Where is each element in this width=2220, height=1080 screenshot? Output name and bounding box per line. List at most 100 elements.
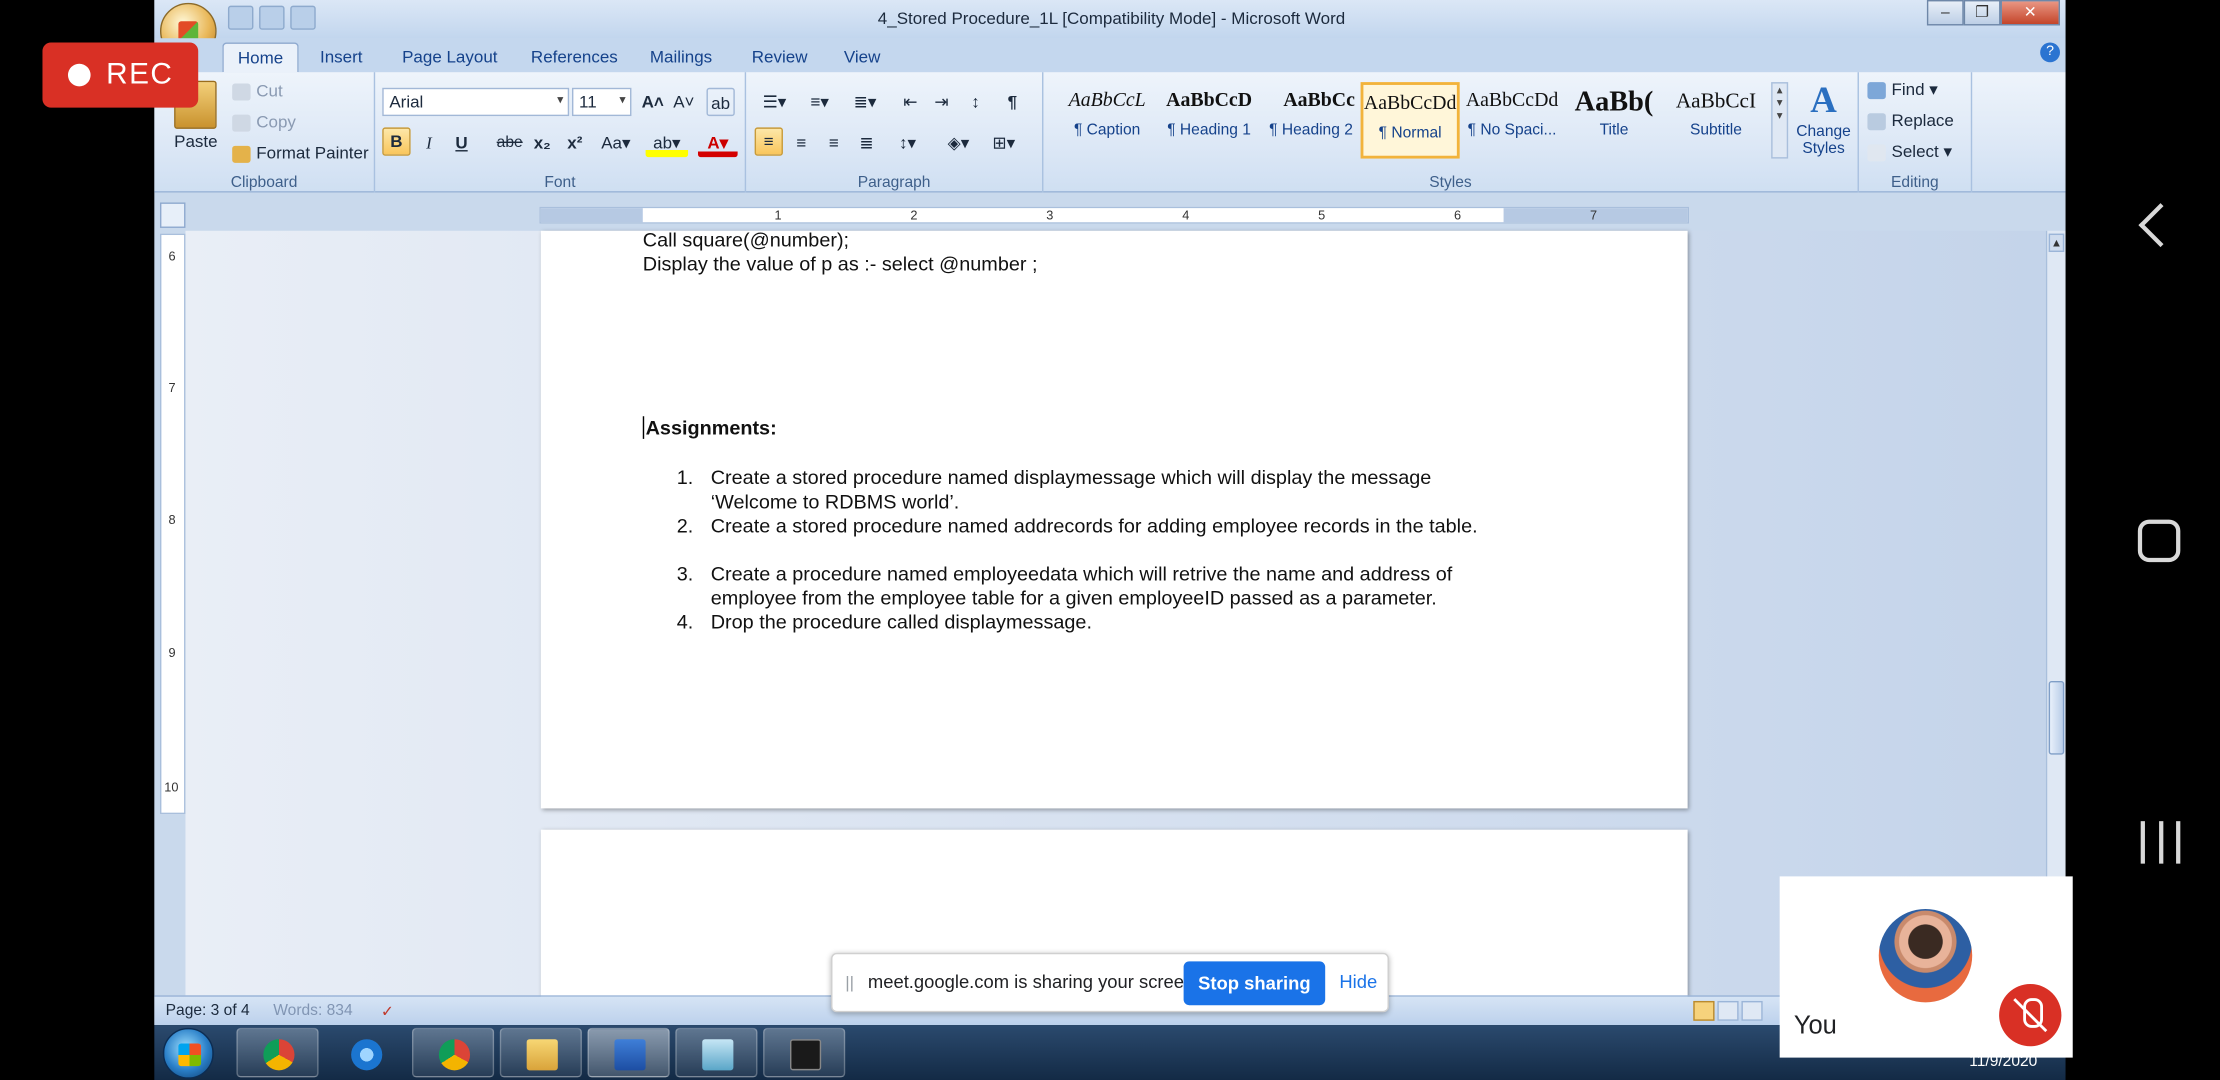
sort-icon[interactable]: ↕ [961,88,989,116]
line-spacing-icon[interactable]: ↕▾ [888,129,928,157]
redo-icon[interactable] [290,5,316,30]
home-icon[interactable] [2137,519,2181,563]
replace-button[interactable]: Replace [1867,110,1954,131]
style-subtitle[interactable]: AaBbCcI Subtitle [1666,82,1765,158]
font-name-select[interactable]: Arial [382,87,570,117]
shrink-font-button[interactable]: A˅ [670,88,698,116]
copy-label: Copy [256,111,296,132]
full-screen-icon[interactable] [1717,1000,1739,1021]
strikethrough-button[interactable]: abe [496,129,524,157]
stop-sharing-button[interactable]: Stop sharing [1183,961,1326,1006]
format-painter-button[interactable]: Format Painter [232,143,369,163]
style-title[interactable]: AaBb(Title [1564,82,1663,158]
recent-apps-icon[interactable] [2140,821,2181,864]
hide-button[interactable]: Hide [1339,971,1377,992]
justify-icon[interactable]: ≣ [852,129,880,157]
word-taskbar-icon[interactable] [587,1027,670,1078]
tab-page-layout[interactable]: Page Layout [388,42,512,72]
highlight-icon[interactable]: ab▾ [645,128,689,158]
list-text: Create a stored procedure named addrecor… [710,513,1478,537]
replace-icon [1867,113,1886,131]
tab-references[interactable]: References [517,42,632,72]
italic-button[interactable]: I [415,129,443,157]
page-count[interactable]: Page: 3 of 4 [166,1002,250,1019]
close-button[interactable]: ✕ [2000,0,2060,26]
borders-icon[interactable]: ⊞▾ [984,129,1024,157]
copy-button[interactable]: Copy [232,112,296,132]
minimize-button[interactable]: – [1926,0,1964,26]
shading-icon[interactable]: ◈▾ [939,129,979,157]
scissors-icon [232,83,251,101]
font-color-icon[interactable]: A▾ [697,128,738,158]
list-item: 1. Create a stored procedure named displa… [677,465,1504,514]
cmd-taskbar-icon[interactable] [763,1027,846,1078]
clear-format-icon[interactable]: ab [706,87,735,117]
subscript-button[interactable]: x₂ [528,129,556,157]
list-number: 3. [676,562,694,585]
assignments-heading: Assignments: [642,416,777,439]
superscript-button[interactable]: x² [561,129,589,157]
grow-font-button[interactable]: A˄ [639,88,667,116]
binoculars-icon [1867,81,1886,99]
help-icon[interactable]: ? [2040,42,2060,63]
numbering-icon[interactable]: ≡▾ [800,88,840,116]
vertical-ruler[interactable]: 6 7 8 9 10 [159,233,186,815]
select-button[interactable]: Select ▾ [1867,142,1952,161]
scroll-thumb[interactable] [2048,680,2065,755]
styles-scroll[interactable]: ▴ ▾ ▾ [1771,82,1789,159]
paste-button[interactable]: Paste [174,132,217,152]
save-icon[interactable] [227,5,254,30]
explorer-taskbar-icon[interactable] [499,1027,582,1078]
align-center-icon[interactable]: ≡ [787,129,815,157]
tab-home[interactable]: Home [222,42,299,73]
ribbon-tabs: Home Insert Page Layout References Maili… [154,38,2066,73]
shared-screen: 4_Stored Procedure_1L [Compatibility Mod… [0,0,2220,1080]
app-taskbar-icon[interactable] [675,1027,758,1078]
list-number: 1. [676,465,694,489]
print-layout-icon[interactable] [1693,1000,1715,1021]
mic-off-icon[interactable] [1999,983,2062,1047]
style-normal[interactable]: AaBbCcDd ¶ Normal [1360,82,1460,159]
increase-indent-icon[interactable]: ⇥ [927,88,955,116]
style-heading-1[interactable]: AaBbCcD ¶ Heading 1 [1160,82,1259,158]
style-caption[interactable]: AaBbCcL ¶ Caption [1058,82,1157,158]
tab-mailings[interactable]: Mailings [636,42,727,72]
proofing-icon[interactable]: ✓ [381,1002,394,1021]
bold-button[interactable]: B [382,127,411,156]
page-3[interactable]: Call square(@number); Display the value … [540,228,1688,809]
change-styles-button[interactable]: A Change Styles [1794,78,1853,157]
list-text: Create a stored procedure named displaym… [710,465,1432,513]
word-count[interactable]: Words: 834 [273,1002,352,1019]
style-sample: AaBbCcL [1068,90,1146,112]
decrease-indent-icon[interactable]: ⇤ [896,88,924,116]
change-case-button[interactable]: Aa▾ [597,129,634,157]
ie-taskbar-icon[interactable] [324,1028,406,1078]
find-button[interactable]: Find ▾ [1867,79,1938,99]
horizontal-ruler[interactable]: 1 2 3 4 5 6 7 [539,206,1690,224]
underline-button[interactable]: U [447,129,475,157]
back-icon[interactable] [2138,203,2183,248]
show-formatting-icon[interactable]: ¶ [998,88,1026,116]
tab-insert[interactable]: Insert [306,42,377,72]
undo-icon[interactable] [259,5,285,30]
style-heading-2[interactable]: AaBbCc ¶ Heading 2 [1261,82,1360,158]
font-size-select[interactable]: 11 [571,87,632,117]
bullets-icon[interactable]: ☰▾ [755,88,795,116]
chrome-profile-taskbar-icon[interactable] [411,1027,495,1078]
scroll-up-icon[interactable]: ▲ [2048,233,2065,253]
align-left-icon[interactable]: ≡ [754,127,783,156]
maximize-button[interactable]: ❐ [1963,0,2001,26]
tab-selector[interactable] [159,202,186,228]
tab-view[interactable]: View [830,42,895,72]
cut-button[interactable]: Cut [232,81,283,101]
tab-review[interactable]: Review [738,42,822,72]
style-no-spacing[interactable]: AaBbCcDd ¶ No Spaci... [1463,82,1562,158]
list-text: Drop the procedure called displaymessage… [710,610,1092,633]
chrome-taskbar-icon[interactable] [236,1027,319,1078]
web-layout-icon[interactable] [1741,1000,1763,1021]
self-video-tile[interactable]: You [1779,876,2073,1058]
multilevel-list-icon[interactable]: ≣▾ [845,88,885,116]
start-button[interactable] [162,1027,214,1079]
align-right-icon[interactable]: ≡ [820,129,848,157]
drag-handle-icon[interactable]: || [845,973,854,993]
